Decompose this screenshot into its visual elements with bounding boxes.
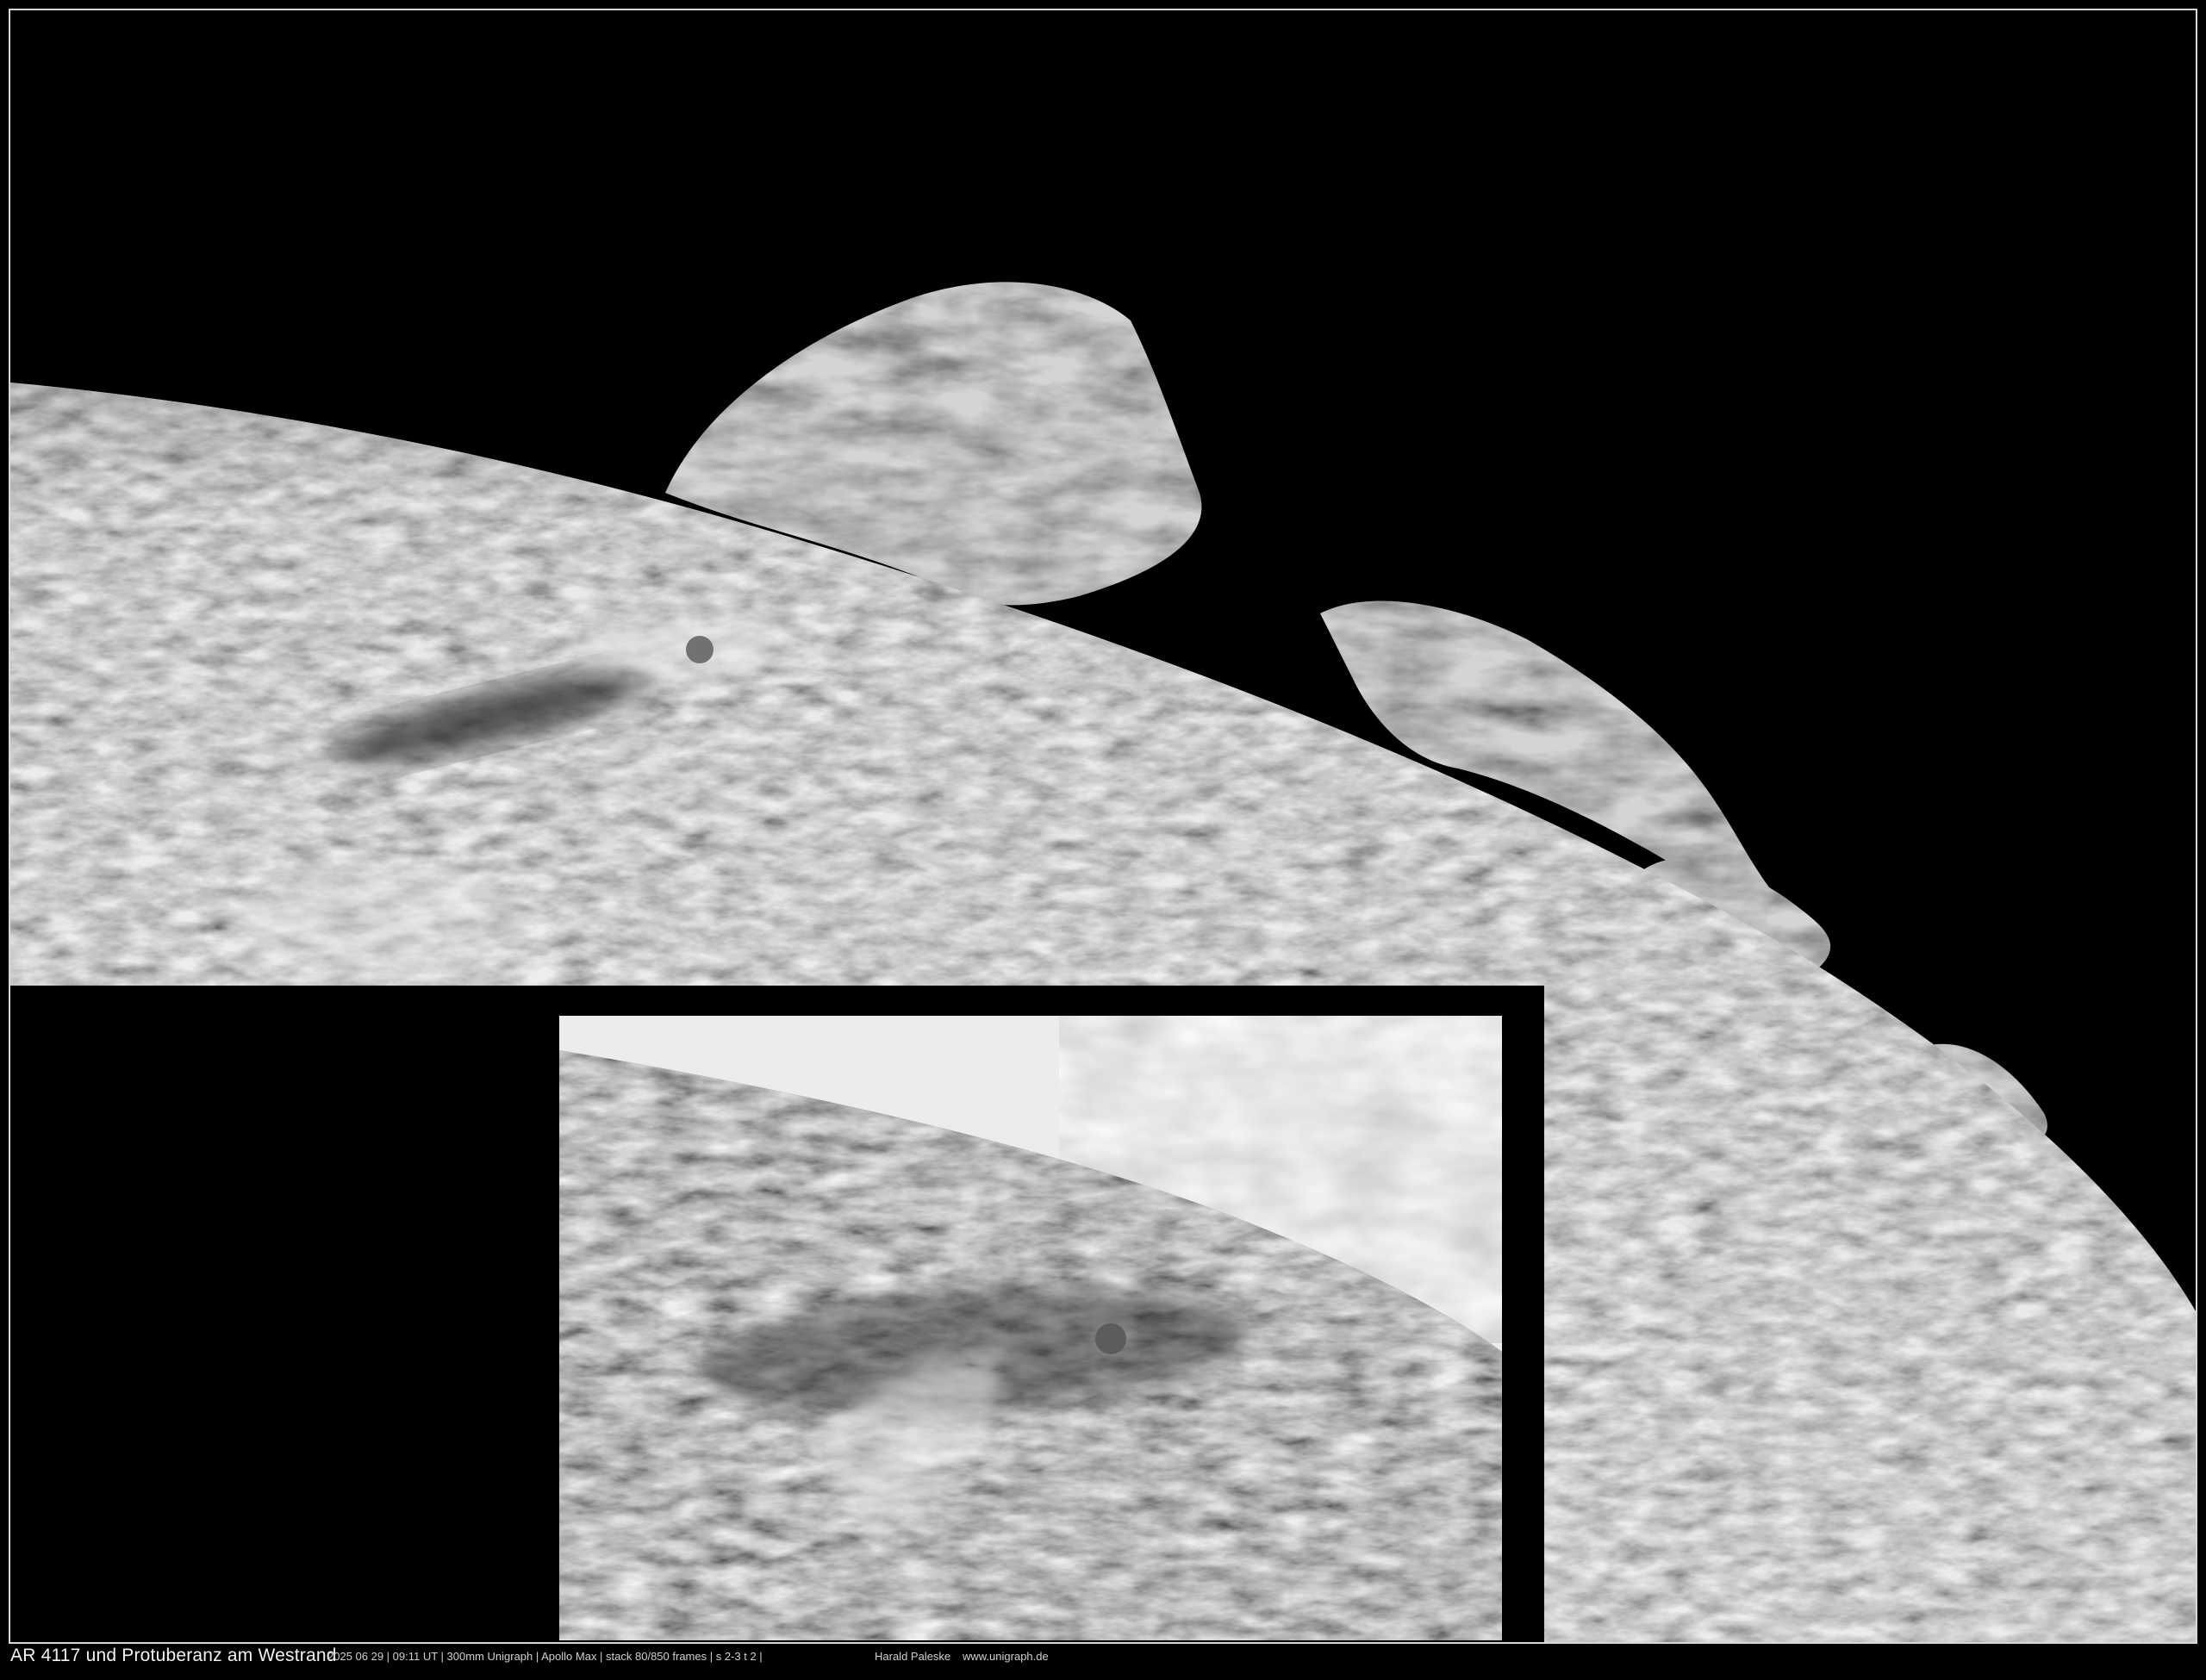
photo-frame	[9, 9, 2197, 1644]
caption-title: AR 4117 und Protuberanz am Westrand	[10, 1646, 337, 1665]
caption-author: Harald Paleske	[875, 1650, 951, 1663]
caption-details: 2025 06 29 | 09:11 UT | 300mm Unigraph |…	[327, 1650, 763, 1663]
page: AR 4117 und Protuberanz am Westrand 2025…	[0, 0, 2206, 1680]
caption-bar: AR 4117 und Protuberanz am Westrand 2025…	[9, 1642, 2197, 1677]
active-region-zoom-inset	[559, 1016, 1502, 1640]
caption-url: www.unigraph.de	[963, 1650, 1049, 1663]
